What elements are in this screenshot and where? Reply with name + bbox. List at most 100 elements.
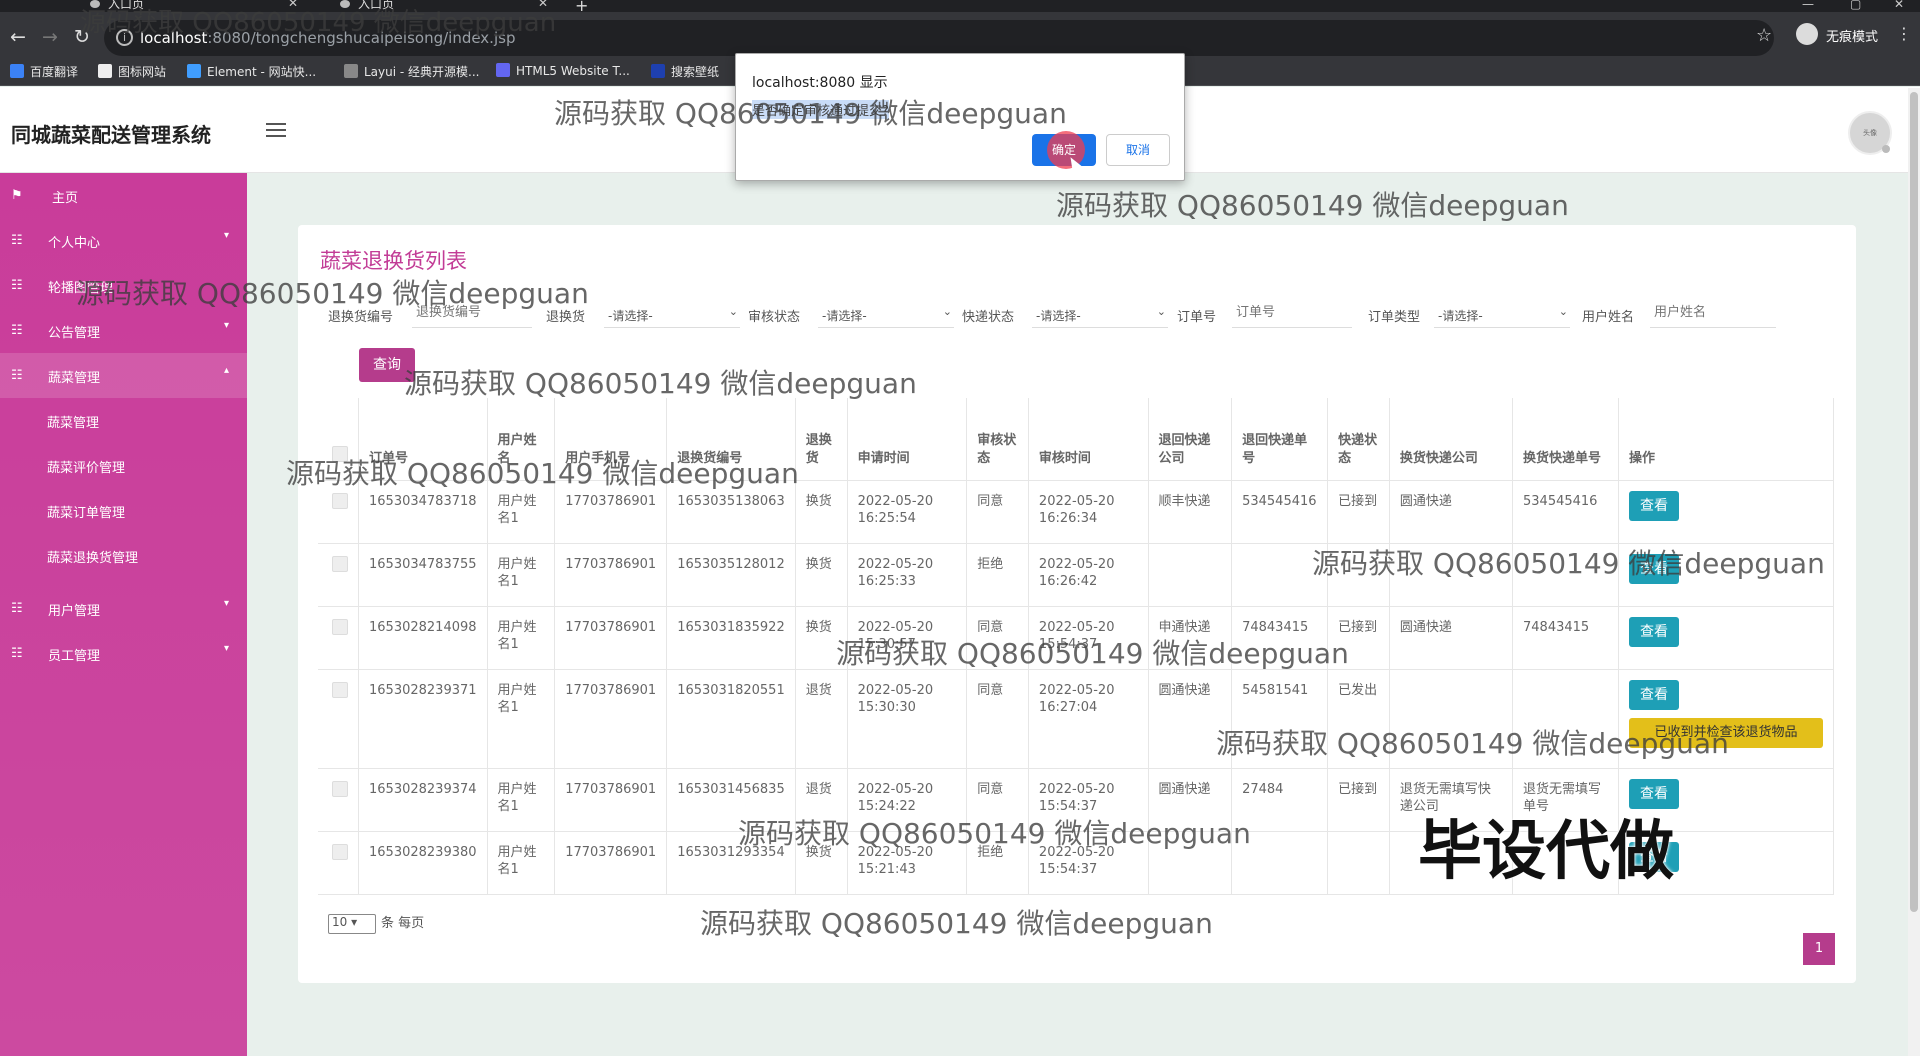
maximize-icon[interactable]: ▢ [1850,0,1861,11]
app-title: 同城蔬菜配送管理系统 [11,123,211,147]
row-checkbox[interactable] [332,681,348,698]
user-name-input[interactable] [1650,298,1776,328]
sidebar-subitem-return[interactable]: 蔬菜退换货管理 [47,547,138,566]
bookmark-item[interactable]: 图标网站 [98,63,166,80]
confirm-received-button[interactable]: 已收到并检查该退货物品 [1629,717,1823,748]
sidebar-item-staff[interactable]: ☷ 员工管理 ▾ [0,631,247,676]
cell-type: 退货 [795,768,848,832]
view-button[interactable]: 查看 [1629,553,1679,584]
chevron-down-icon: ⌄ [728,305,738,318]
row-checkbox[interactable] [332,780,348,797]
bookmark-item[interactable]: HTML5 Website T... [496,63,630,78]
cell-user: 用户姓名1 [487,480,556,544]
order-type-select[interactable]: -请选择- ⌄ [1434,298,1570,328]
cell-actions: 查看 [1618,480,1834,544]
info-icon[interactable]: i [116,29,133,46]
page-scrollbar[interactable] [1908,88,1920,1056]
menu-kebab-icon[interactable]: ⋮ [1896,24,1912,43]
cell-type: 换货 [795,480,848,544]
row-checkbox-cell [318,480,359,544]
row-checkbox[interactable] [332,843,348,860]
row-checkbox[interactable] [332,618,348,635]
forward-icon[interactable]: → [42,26,58,48]
url-field[interactable]: i localhost:8080/tongchengshucaipeisong/… [104,20,1774,56]
browser-tab-active[interactable]: 入口页 ✕ [312,0,562,12]
flag-icon: ⚑ [11,188,23,203]
audit-select[interactable]: -请选择- ⌄ [818,298,954,328]
cell-express-status: 已接到 [1327,606,1390,670]
filter-label: 退换货 [546,310,586,325]
page-title: 蔬菜退换货列表 [320,249,467,273]
tab-title: 入口页 [108,0,145,11]
cell-user: 用户姓名1 [487,606,556,670]
row-checkbox[interactable] [332,555,348,572]
sidebar-item-vegetable[interactable]: ☷ 蔬菜管理 ▴ [0,353,247,398]
type-select[interactable]: -请选择- ⌄ [604,298,740,328]
page-number-button[interactable]: 1 [1803,933,1835,965]
return-no-input[interactable] [412,298,532,328]
row-checkbox[interactable] [332,492,348,509]
page-size-select[interactable]: 10 ▾ [328,913,376,934]
row-checkbox-cell [318,768,359,832]
cell-back-company: 申通快递 [1148,606,1233,670]
grid-icon: ☷ [11,233,23,248]
bookmark-star-icon[interactable]: ☆ [1756,25,1772,46]
reload-icon[interactable]: ↻ [74,26,90,48]
scrollbar-thumb[interactable] [1910,92,1918,912]
view-button[interactable]: 查看 [1629,679,1679,710]
bookmark-item[interactable]: Element - 网站快... [187,63,316,80]
incognito-indicator[interactable]: 无痕模式 [1794,19,1892,49]
cell-user: 用户姓名1 [487,768,556,832]
browser-tab[interactable]: 入口页 ✕ [62,0,312,12]
order-no-input[interactable] [1232,298,1352,328]
view-button[interactable]: 查看 [1629,616,1679,647]
close-tab-icon[interactable]: ✕ [288,0,298,9]
bookmark-item[interactable]: 百度翻译 [10,63,78,80]
sidebar-item-notice[interactable]: ☷ 公告管理 ▾ [0,308,247,353]
cell-order: 1653028239380 [358,831,488,895]
tab-title: 入口页 [358,0,395,11]
sidebar-item-home[interactable]: ⚑ 主页 [0,173,247,218]
sidebar-subitem-review[interactable]: 蔬菜评价管理 [47,457,125,476]
dialog-message: 是否确定审核通过提交? [752,100,889,119]
cell-actions: 查看 [1618,543,1834,607]
bookmark-item[interactable]: 搜索壁纸 [651,63,719,80]
cell-apply-time: 2022-05-20 16:25:33 [847,543,968,607]
cell-user: 用户姓名1 [487,669,556,769]
sidebar-subitem-order[interactable]: 蔬菜订单管理 [47,502,125,521]
minimize-icon[interactable]: — [1802,0,1814,11]
sidebar-item-users[interactable]: ☷ 用户管理 ▾ [0,586,247,631]
express-select[interactable]: -请选择- ⌄ [1032,298,1168,328]
cell-back-no: 27484 [1231,768,1329,832]
bookmark-item[interactable]: Layui - 经典开源模... [344,63,479,80]
dialog-cancel-button[interactable]: 取消 [1106,134,1170,166]
sidebar-subitem-vegetable[interactable]: 蔬菜管理 [47,412,99,431]
select-all-checkbox[interactable] [332,445,348,462]
sidebar-item-profile[interactable]: ☷ 个人中心 ▾ [0,218,247,263]
cell-apply-time: 2022-05-20 15:30:57 [847,606,968,670]
close-window-icon[interactable]: ✕ [1894,0,1904,11]
chevron-down-icon: ▾ [224,320,230,331]
column-header: 换货快递公司 [1389,398,1514,481]
row-checkbox-cell [318,606,359,670]
back-icon[interactable]: ← [10,26,26,48]
sidebar-item-carousel[interactable]: ☷ 轮播图管理 [0,263,247,308]
menu-toggle-icon[interactable] [266,123,286,141]
column-header: 审核时间 [1028,398,1149,481]
cell-user: 用户姓名1 [487,831,556,895]
cell-type: 换货 [795,831,848,895]
incognito-icon [1796,23,1818,45]
query-button[interactable]: 查询 [359,348,415,382]
filter-label: 订单号 [1177,310,1217,325]
view-button[interactable]: 查看 [1629,490,1679,521]
flag-bookmark-icon [98,64,112,78]
cell-express-status: 已发出 [1327,669,1390,769]
cell-audit: 同意 [966,606,1029,670]
filter-label: 快递状态 [962,310,1015,325]
cell-phone: 17703786901 [554,768,668,832]
cell-phone: 17703786901 [554,831,668,895]
close-tab-icon[interactable]: ✕ [538,0,548,9]
cell-return-no: 1653031820551 [666,669,796,769]
cell-audit-time: 2022-05-20 16:26:34 [1028,480,1149,544]
page-size-label: 条 每页 [381,916,425,931]
